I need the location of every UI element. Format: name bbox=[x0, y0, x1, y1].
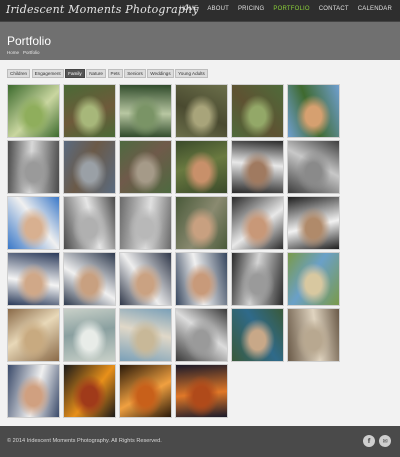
gallery-photo-family-studio-2[interactable] bbox=[119, 252, 172, 306]
email-icon[interactable]: ✉ bbox=[379, 435, 391, 447]
nav-about[interactable]: ABOUT bbox=[207, 6, 229, 12]
gallery-photo-mother-and-baby-sepia[interactable] bbox=[7, 308, 60, 362]
breadcrumb-portfolio: Portfolio bbox=[23, 50, 40, 55]
filter-young-adults[interactable]: Young Adults bbox=[175, 69, 208, 78]
gallery-photo-sunset-family[interactable] bbox=[119, 364, 172, 418]
gallery-photo-father-and-kids[interactable] bbox=[175, 252, 228, 306]
filter-seniors[interactable]: Seniors bbox=[124, 69, 146, 78]
gallery-photo-family-on-tracks-2[interactable] bbox=[119, 140, 172, 194]
facebook-icon[interactable]: f bbox=[363, 435, 375, 447]
copyright-text: © 2014 Iridescent Moments Photography. A… bbox=[7, 438, 162, 444]
gallery-photo-family-outdoors[interactable] bbox=[175, 196, 228, 250]
nav-pricing[interactable]: PRICING bbox=[238, 6, 264, 12]
breadcrumb-home[interactable]: Home bbox=[7, 50, 19, 55]
gallery-photo-family-in-field[interactable] bbox=[287, 252, 340, 306]
site-header: Iridescent Moments Photography HOME ABOU… bbox=[0, 0, 400, 22]
nav-contact[interactable]: CONTACT bbox=[319, 6, 349, 12]
gallery-photo-couple-bw[interactable] bbox=[7, 140, 60, 194]
filter-pets[interactable]: Pets bbox=[107, 69, 123, 78]
main-nav: HOME ABOUT PRICING PORTFOLIO CONTACT CAL… bbox=[180, 6, 393, 12]
filter-children[interactable]: Children bbox=[7, 69, 31, 78]
gallery-photo-sunset-couple[interactable] bbox=[175, 364, 228, 418]
gallery-photo-family-sitting-bw[interactable] bbox=[175, 308, 228, 362]
gallery-photo-family-studio[interactable] bbox=[63, 252, 116, 306]
breadcrumb: Home Portfolio bbox=[7, 50, 40, 55]
gallery-photo-couple-portrait[interactable] bbox=[231, 140, 284, 194]
gallery-photo-father-and-son-closeup[interactable] bbox=[175, 140, 228, 194]
gallery-photo-family-by-car-bw[interactable] bbox=[231, 252, 284, 306]
gallery-photo-family-in-park[interactable] bbox=[7, 84, 60, 138]
gallery-photo-sunset-silhouette[interactable] bbox=[63, 364, 116, 418]
filter-engagement[interactable]: Engagement bbox=[31, 69, 64, 78]
site-logo[interactable]: Iridescent Moments Photography bbox=[6, 3, 199, 16]
page-title: Portfolio bbox=[7, 34, 52, 48]
gallery-photo-mother-holding-baby[interactable] bbox=[7, 252, 60, 306]
gallery-photo-family-on-tracks[interactable] bbox=[63, 140, 116, 194]
gallery-photo-kids-bw[interactable] bbox=[287, 140, 340, 194]
photo-gallery bbox=[7, 84, 343, 418]
gallery-photo-family-posed[interactable] bbox=[287, 196, 340, 250]
gallery-photo-family-on-log[interactable] bbox=[63, 84, 116, 138]
category-filters: Children Engagement Family Nature Pets S… bbox=[7, 69, 208, 78]
gallery-photo-family-on-beach[interactable] bbox=[119, 308, 172, 362]
site-footer: © 2014 Iridescent Moments Photography. A… bbox=[0, 426, 400, 457]
gallery-photo-tree-trunk[interactable] bbox=[175, 84, 228, 138]
gallery-photo-family-lying-down[interactable] bbox=[231, 196, 284, 250]
nav-portfolio[interactable]: PORTFOLIO bbox=[273, 6, 309, 12]
gallery-photo-couple-smiling[interactable] bbox=[7, 196, 60, 250]
gallery-photo-tree-branches[interactable] bbox=[231, 84, 284, 138]
nav-home[interactable]: HOME bbox=[180, 6, 199, 12]
gallery-photo-kids-in-tree[interactable] bbox=[119, 84, 172, 138]
filter-weddings[interactable]: Weddings bbox=[147, 69, 174, 78]
gallery-photo-couple-outdoors[interactable] bbox=[231, 308, 284, 362]
nav-calendar[interactable]: CALENDAR bbox=[358, 6, 392, 12]
page-banner: Portfolio Home Portfolio bbox=[0, 22, 400, 60]
filter-nature[interactable]: Nature bbox=[86, 69, 106, 78]
gallery-photo-father-and-son[interactable] bbox=[287, 84, 340, 138]
gallery-photo-mother-and-daughters[interactable] bbox=[7, 364, 60, 418]
gallery-photo-family-sepia[interactable] bbox=[287, 308, 340, 362]
gallery-photo-mother-and-child-bw[interactable] bbox=[63, 196, 116, 250]
gallery-photo-family-on-beach-faded[interactable] bbox=[63, 308, 116, 362]
gallery-photo-baby-toys-bw[interactable] bbox=[119, 196, 172, 250]
social-links: f ✉ bbox=[363, 435, 391, 447]
filter-family[interactable]: Family bbox=[65, 69, 85, 78]
